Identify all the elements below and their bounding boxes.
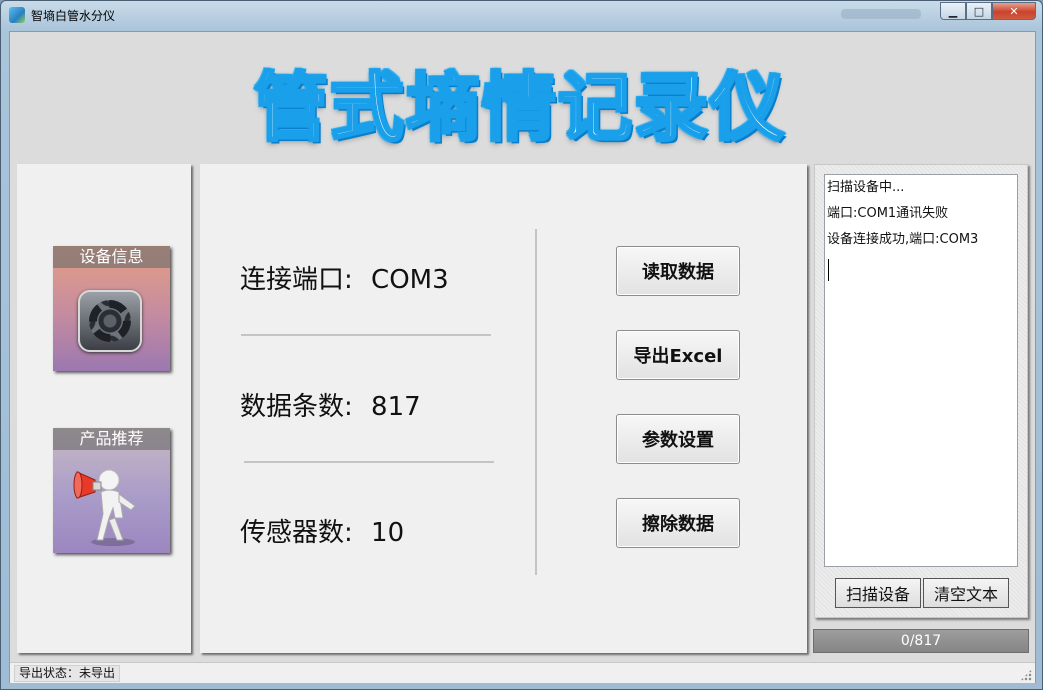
log-line: 扫描设备中... [827, 180, 905, 195]
port-row: 连接端口: COM3 [240, 259, 449, 296]
device-info-label: 设备信息 [53, 246, 170, 268]
divider [241, 334, 491, 336]
record-count-row: 数据条数: 817 [240, 386, 421, 423]
scan-device-button[interactable]: 扫描设备 [835, 578, 921, 608]
title-bar[interactable]: 智墒白管水分仪 ▁ □ ✕ [1, 1, 1042, 29]
port-separator: : [344, 265, 353, 295]
megaphone-person-icon [73, 469, 136, 546]
port-value: COM3 [371, 265, 449, 295]
progress-text: 0/817 [900, 633, 942, 649]
center-panel: 连接端口: COM3 数据条数: 817 传感器数: 10 读取数据 导出Exc… [200, 164, 807, 653]
product-recommend-label: 产品推荐 [53, 428, 170, 450]
port-label: 连接端口 [240, 265, 345, 295]
log-line: 设备连接成功,端口:COM3 [827, 232, 979, 247]
maximize-button[interactable]: □ [966, 2, 992, 20]
app-window: 智墒白管水分仪 ▁ □ ✕ 管式墒情记录仪 设备信息 产品推荐 连接端口: CO… [0, 0, 1043, 690]
left-panel: 设备信息 产品推荐 [17, 164, 191, 653]
record-count-value: 817 [371, 392, 421, 422]
client-area: 管式墒情记录仪 设备信息 产品推荐 连接端口: COM3 数据条数: 817 传… [9, 31, 1036, 683]
window-title: 智墒白管水分仪 [31, 9, 116, 23]
window-controls: ▁ □ ✕ [940, 2, 1036, 20]
banner-title: 管式墒情记录仪 [253, 64, 786, 153]
record-count-label: 数据条数 [240, 392, 345, 422]
device-info-tile[interactable]: 设备信息 [53, 246, 170, 371]
status-bar: 导出状态：未导出 [10, 662, 1035, 683]
clear-text-button[interactable]: 清空文本 [923, 578, 1009, 608]
log-line: 端口:COM1通讯失败 [827, 206, 949, 221]
read-data-button[interactable]: 读取数据 [616, 246, 740, 296]
vertical-divider [535, 229, 537, 575]
erase-data-button[interactable]: 擦除数据 [616, 498, 740, 548]
record-count-separator: : [344, 392, 353, 422]
sensor-count-separator: : [344, 518, 353, 548]
export-excel-button[interactable]: 导出Excel [616, 330, 740, 380]
right-panel: 扫描设备中... 端口:COM1通讯失败 设备连接成功,端口:COM3 扫描设备… [814, 164, 1028, 618]
divider [244, 461, 494, 463]
parameter-settings-button[interactable]: 参数设置 [616, 414, 740, 464]
close-button[interactable]: ✕ [992, 2, 1036, 20]
minimize-button[interactable]: ▁ [940, 2, 966, 20]
title-blurred-text [841, 9, 921, 19]
banner: 管式墒情记录仪 [10, 32, 1035, 162]
sensor-count-label: 传感器数 [240, 518, 345, 548]
log-textarea[interactable]: 扫描设备中... 端口:COM1通讯失败 设备连接成功,端口:COM3 [824, 174, 1018, 567]
gear-icon [78, 290, 142, 352]
sensor-count-row: 传感器数: 10 [240, 512, 404, 549]
resize-grip[interactable] [1020, 669, 1032, 681]
text-caret [828, 259, 829, 281]
sensor-count-value: 10 [371, 518, 405, 548]
product-recommend-tile[interactable]: 产品推荐 [53, 428, 170, 553]
progress-bar: 0/817 [813, 629, 1029, 653]
export-status: 导出状态：未导出 [14, 665, 121, 682]
app-icon [9, 7, 25, 23]
